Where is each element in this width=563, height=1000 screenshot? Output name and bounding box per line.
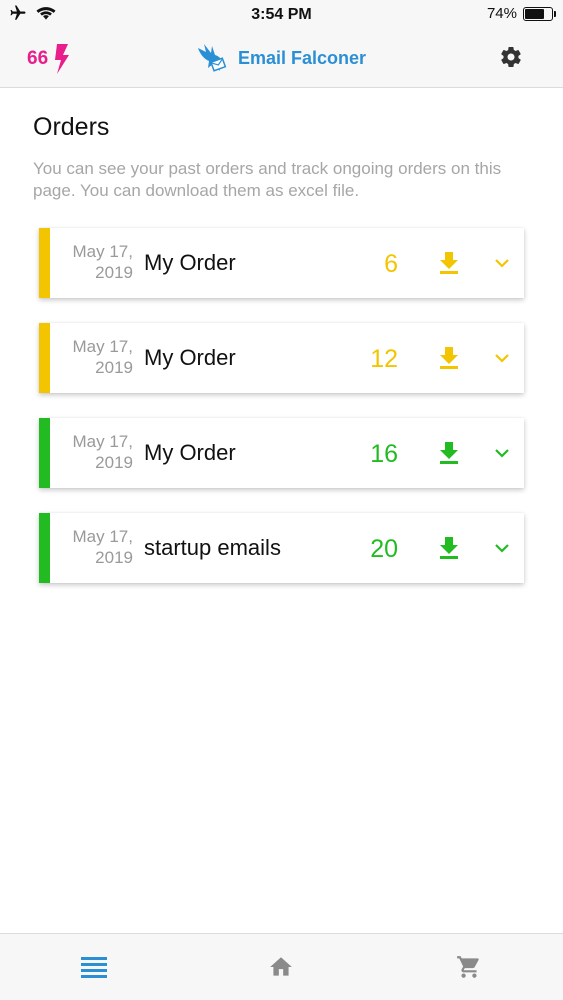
order-date: May 17, 2019 <box>61 431 133 473</box>
order-name: My Order <box>144 250 236 275</box>
battery-icon <box>523 6 556 21</box>
order-status-stripe <box>39 323 50 393</box>
nav-orders[interactable] <box>80 954 108 985</box>
order-card[interactable]: May 17, 2019 My Order 16 <box>39 418 524 488</box>
chevron-down-icon <box>495 259 509 268</box>
download-button[interactable] <box>438 441 460 470</box>
order-date-line1: May 17, <box>72 337 133 356</box>
order-date-line2: 2019 <box>95 263 133 282</box>
download-button[interactable] <box>438 536 460 565</box>
app-title: Email Falconer <box>238 47 367 68</box>
order-card[interactable]: May 17, 2019 My Order 6 <box>39 228 524 298</box>
expand-button[interactable] <box>494 541 510 559</box>
download-button[interactable] <box>438 251 460 280</box>
order-name: My Order <box>144 440 236 465</box>
order-date: May 17, 2019 <box>61 336 133 378</box>
order-card[interactable]: May 17, 2019 My Order 12 <box>39 323 524 393</box>
order-card[interactable]: May 17, 2019 startup emails 20 <box>39 513 524 583</box>
order-date: May 17, 2019 <box>61 241 133 283</box>
menu-list-icon <box>81 957 107 978</box>
nav-cart[interactable] <box>455 954 483 985</box>
falcon-logo-icon <box>198 44 227 72</box>
order-status-stripe <box>39 418 50 488</box>
battery-level <box>525 8 544 19</box>
order-date-line1: May 17, <box>72 432 133 451</box>
gear-icon <box>501 47 521 68</box>
order-date-line1: May 17, <box>72 242 133 261</box>
order-name: startup emails <box>144 535 281 560</box>
download-button[interactable] <box>438 346 460 375</box>
app-brand: Email Falconer <box>196 42 366 74</box>
download-icon <box>440 347 458 369</box>
order-name: My Order <box>144 345 236 370</box>
order-email-count: 6 <box>384 250 398 278</box>
orders-list: May 17, 2019 My Order 6 May 17, 2019 My Order 1… <box>39 228 524 608</box>
order-date-line2: 2019 <box>95 358 133 377</box>
home-icon <box>270 957 292 976</box>
order-email-count: 12 <box>370 345 398 373</box>
page-description: You can see your past orders and track o… <box>33 159 502 200</box>
settings-button[interactable] <box>499 45 523 74</box>
cart-icon <box>457 956 479 978</box>
order-status-stripe <box>39 513 50 583</box>
order-date-line1: May 17, <box>72 527 133 546</box>
download-icon <box>440 537 458 559</box>
nav-home[interactable] <box>267 954 295 985</box>
order-date-line2: 2019 <box>95 453 133 472</box>
order-status-stripe <box>39 228 50 298</box>
lightning-icon <box>55 44 70 74</box>
chevron-down-icon <box>495 354 509 363</box>
expand-button[interactable] <box>494 351 510 369</box>
app-header: 66 Email Falconer <box>0 30 563 88</box>
bottom-nav <box>0 933 563 1000</box>
expand-button[interactable] <box>494 446 510 464</box>
order-email-count: 16 <box>370 440 398 468</box>
credits-count: 66 <box>27 48 49 69</box>
battery-percent: 74% <box>486 5 517 22</box>
status-right: 74% <box>486 5 556 22</box>
status-bar: 3:54 PM 74% <box>0 0 563 30</box>
credits-indicator[interactable]: 66 <box>27 44 70 74</box>
status-time: 3:54 PM <box>251 6 312 23</box>
order-date-line2: 2019 <box>95 548 133 567</box>
page-title: Orders <box>33 113 110 141</box>
download-icon <box>440 252 458 274</box>
download-icon <box>440 442 458 464</box>
expand-button[interactable] <box>494 256 510 274</box>
order-email-count: 20 <box>370 535 398 563</box>
chevron-down-icon <box>495 544 509 553</box>
chevron-down-icon <box>495 449 509 458</box>
order-date: May 17, 2019 <box>61 526 133 568</box>
